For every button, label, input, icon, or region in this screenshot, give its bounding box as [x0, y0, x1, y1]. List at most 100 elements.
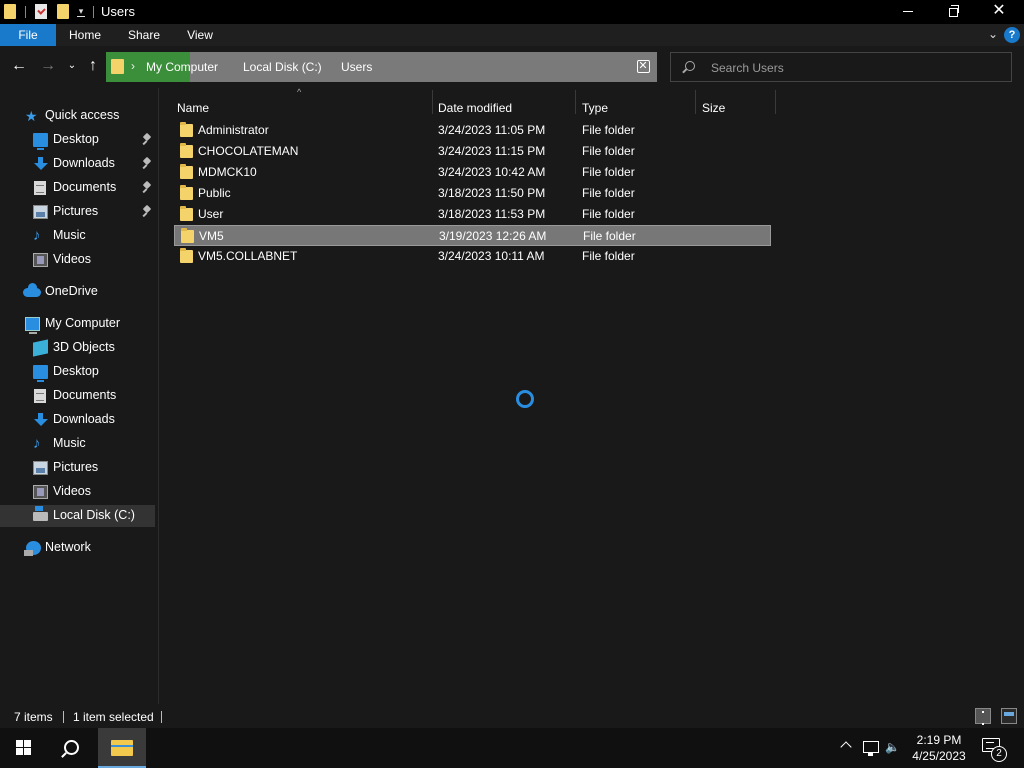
network-status-icon[interactable]	[863, 741, 879, 756]
file-row-mdmck10[interactable]: MDMCK10 3/24/2023 10:42 AM File folder	[174, 162, 771, 183]
column-header-size[interactable]: Size	[702, 101, 725, 115]
folder-icon	[180, 164, 193, 179]
column-divider[interactable]	[775, 90, 776, 114]
file-name: User	[198, 207, 224, 221]
navigation-bar: ← → ⌄ ↑ › My Computer Local Disk (C:) Us…	[0, 46, 1024, 88]
windows-logo-icon	[24, 740, 31, 747]
recent-locations-icon[interactable]: ⌄	[62, 56, 82, 76]
nav-item-downloads[interactable]: Downloads	[0, 153, 155, 175]
nav-item-pc-pictures[interactable]: Pictures	[0, 457, 155, 479]
column-header-date[interactable]: Date modified	[438, 101, 512, 115]
nav-label: Music	[53, 436, 86, 450]
customize-quick-access-icon[interactable]: ▾	[76, 5, 86, 17]
nav-item-pc-desktop[interactable]: Desktop	[0, 361, 155, 383]
tab-share[interactable]: Share	[124, 24, 164, 46]
column-header-type[interactable]: Type	[582, 101, 608, 115]
clock-date: 4/25/2023	[912, 749, 966, 763]
up-button[interactable]: ↑	[83, 56, 103, 76]
forward-button[interactable]: →	[38, 56, 58, 76]
downloads-icon	[33, 413, 48, 427]
file-name: CHOCOLATEMAN	[198, 144, 299, 158]
new-folder-icon[interactable]	[57, 4, 69, 19]
nav-item-desktop[interactable]: Desktop	[0, 129, 155, 151]
minimize-button[interactable]	[885, 0, 931, 24]
status-separator	[63, 711, 64, 723]
search-input[interactable]	[711, 59, 1001, 77]
column-divider[interactable]	[432, 90, 433, 114]
folder-icon	[180, 122, 193, 137]
tab-file[interactable]: File	[0, 24, 56, 46]
nav-item-pc-downloads[interactable]: Downloads	[0, 409, 155, 431]
clear-address-button[interactable]: ✕	[630, 53, 656, 77]
details-view-button[interactable]	[975, 708, 991, 725]
nav-item-onedrive[interactable]: OneDrive	[0, 281, 155, 303]
chevron-right-icon[interactable]: ›	[131, 59, 135, 73]
nav-item-videos[interactable]: Videos	[0, 249, 155, 271]
nav-item-pc-music[interactable]: ♪ Music	[0, 433, 155, 455]
clock[interactable]: 2:19 PM 4/25/2023	[905, 732, 973, 764]
loading-spinner-icon	[516, 390, 534, 408]
folder-icon	[180, 185, 193, 200]
restore-button[interactable]	[931, 0, 977, 24]
large-icons-view-button[interactable]	[1001, 708, 1017, 724]
nav-item-pc-documents[interactable]: Documents	[0, 385, 155, 407]
file-row-public[interactable]: Public 3/18/2023 11:50 PM File folder	[174, 183, 771, 204]
ribbon-tabs: File Home Share View ⌄ ?	[0, 24, 1024, 46]
tab-view[interactable]: View	[182, 24, 218, 46]
file-row-chocolateman[interactable]: CHOCOLATEMAN 3/24/2023 11:15 PM File fol…	[174, 141, 771, 162]
pin-icon	[141, 133, 153, 147]
search-icon	[685, 61, 695, 71]
file-type: File folder	[582, 186, 635, 200]
nav-item-network[interactable]: Network	[0, 537, 155, 559]
file-type: File folder	[582, 144, 635, 158]
column-divider[interactable]	[695, 90, 696, 114]
videos-icon	[33, 253, 48, 267]
breadcrumb-local-disk[interactable]: Local Disk (C:)	[243, 60, 322, 74]
address-bar[interactable]: › My Computer Local Disk (C:) Users	[106, 52, 657, 82]
nav-label: Documents	[53, 180, 117, 194]
breadcrumb-my-computer[interactable]: My Computer	[146, 60, 218, 74]
file-row-vm5-collabnet[interactable]: VM5.COLLABNET 3/24/2023 10:11 AM File fo…	[174, 246, 771, 267]
drive-icon	[33, 506, 48, 521]
nav-item-quick-access[interactable]: ★ Quick access	[0, 105, 155, 127]
nav-item-pc-videos[interactable]: Videos	[0, 481, 155, 503]
nav-item-3d-objects[interactable]: 3D Objects	[0, 337, 155, 359]
file-name: VM5	[199, 229, 224, 243]
properties-icon[interactable]	[35, 4, 47, 19]
pin-icon	[141, 205, 153, 219]
nav-label: Local Disk (C:)	[53, 508, 135, 522]
nav-label: Music	[53, 228, 86, 242]
nav-item-documents[interactable]: Documents	[0, 177, 155, 199]
show-hidden-icons-icon[interactable]	[840, 739, 852, 751]
nav-item-local-disk[interactable]: Local Disk (C:)	[0, 505, 155, 527]
nav-item-pictures[interactable]: Pictures	[0, 201, 155, 223]
close-button[interactable]: ✕	[976, 0, 1022, 24]
back-button[interactable]: ←	[9, 56, 29, 76]
file-row-vm5[interactable]: VM5 3/19/2023 12:26 AM File folder	[174, 225, 771, 246]
nav-label: Desktop	[53, 132, 99, 146]
taskbar-search-button[interactable]	[48, 728, 96, 768]
start-button[interactable]	[0, 728, 48, 768]
column-divider[interactable]	[575, 90, 576, 114]
windows-logo-icon	[24, 748, 31, 755]
selection-count: 1 item selected	[73, 710, 154, 724]
file-row-administrator[interactable]: Administrator 3/24/2023 11:05 PM File fo…	[174, 120, 771, 141]
nav-item-music[interactable]: ♪ Music	[0, 225, 155, 247]
column-header-name[interactable]: Name	[177, 101, 209, 115]
breadcrumb-users[interactable]: Users	[341, 60, 372, 74]
file-name: MDMCK10	[198, 165, 257, 179]
documents-icon	[34, 181, 46, 195]
tab-home[interactable]: Home	[64, 24, 106, 46]
search-box[interactable]	[670, 52, 1012, 82]
nav-label: Videos	[53, 252, 91, 266]
nav-item-my-computer[interactable]: My Computer	[0, 313, 155, 335]
status-bar: 7 items 1 item selected	[0, 704, 1024, 728]
volume-icon[interactable]: 🔈	[885, 740, 901, 754]
pictures-icon	[33, 205, 48, 219]
star-icon: ★	[25, 108, 38, 124]
help-icon[interactable]: ?	[1004, 27, 1020, 43]
expand-ribbon-icon[interactable]: ⌄	[988, 27, 998, 41]
file-explorer-taskbar-button[interactable]	[98, 728, 146, 768]
file-type: File folder	[582, 165, 635, 179]
file-row-user[interactable]: User 3/18/2023 11:53 PM File folder	[174, 204, 771, 225]
